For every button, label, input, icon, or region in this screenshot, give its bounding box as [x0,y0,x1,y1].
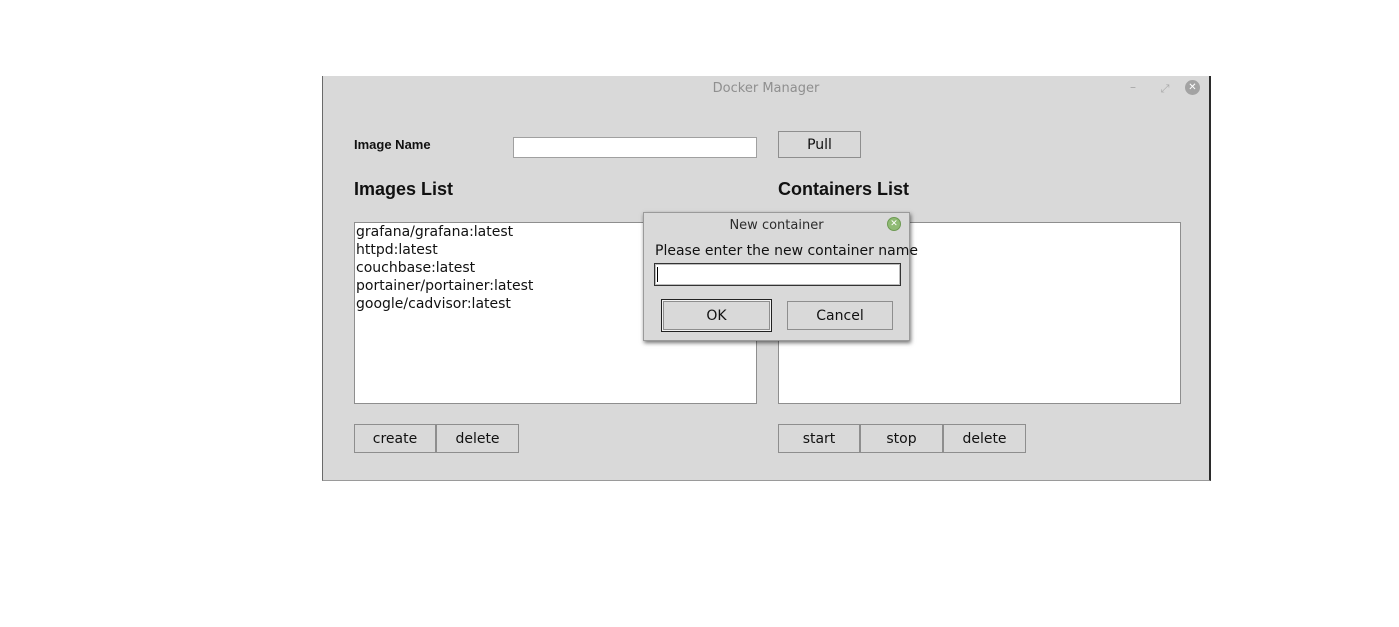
cancel-button[interactable]: Cancel [787,301,893,330]
close-icon[interactable]: ✕ [1185,80,1200,95]
dialog-close-icon[interactable]: ✕ [887,217,901,231]
delete-image-button[interactable]: delete [436,424,519,453]
text-caret [657,267,658,282]
image-name-input[interactable] [513,137,757,158]
delete-container-button[interactable]: delete [943,424,1026,453]
window-title: Docker Manager [712,81,820,96]
image-name-label: Image Name [354,137,431,152]
containers-list-heading: Containers List [778,179,910,199]
container-name-input[interactable] [654,263,901,286]
stop-container-button[interactable]: stop [860,424,943,453]
start-container-button[interactable]: start [778,424,860,453]
dialog-prompt: Please enter the new container name [655,243,918,259]
create-container-button[interactable]: create [354,424,436,453]
minimize-icon[interactable]: – [1125,79,1141,95]
new-container-dialog: New container ✕ Please enter the new con… [643,212,918,341]
title-bar[interactable]: Docker Manager – ⤢ ✕ [323,76,1209,102]
maximize-icon[interactable]: ⤢ [1157,81,1173,97]
ok-button[interactable]: OK [661,299,772,332]
pull-button[interactable]: Pull [778,131,861,158]
images-list-heading: Images List [354,179,454,199]
dialog-title: New container [729,218,824,233]
